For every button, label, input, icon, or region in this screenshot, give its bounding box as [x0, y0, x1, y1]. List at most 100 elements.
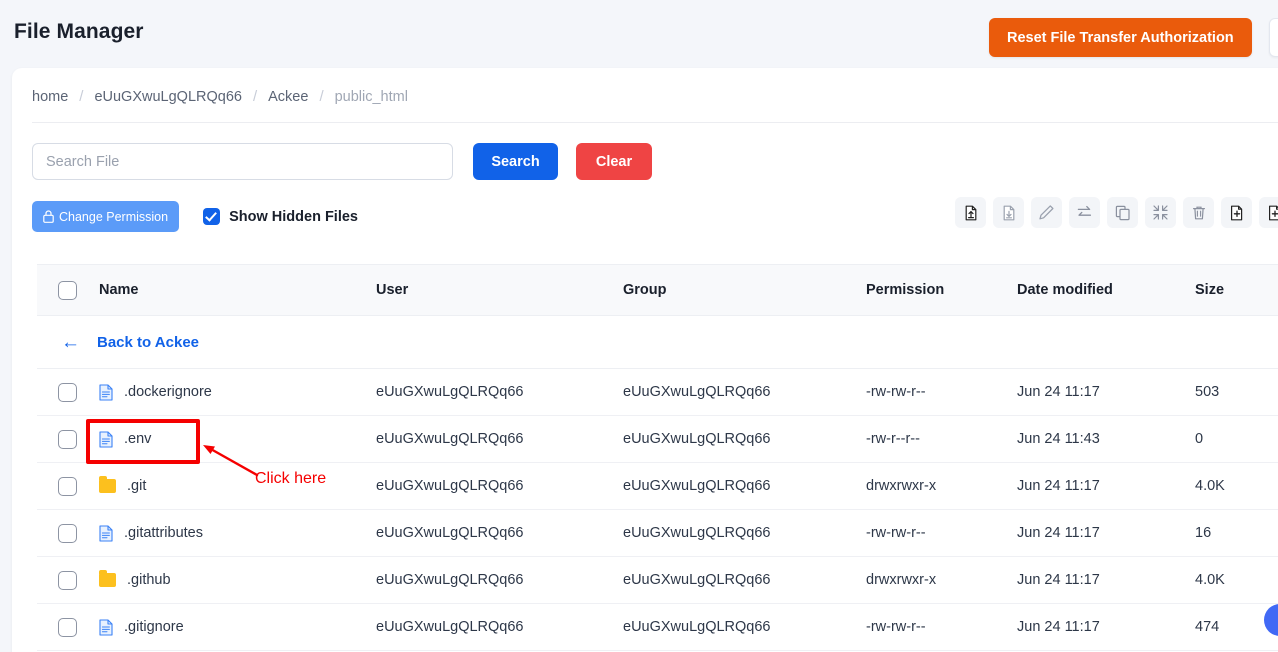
row-select-checkbox[interactable]	[58, 429, 77, 449]
rename-pencil-icon-button[interactable]	[1031, 197, 1062, 228]
show-hidden-files-checkbox[interactable]	[203, 208, 221, 225]
file-name-cell[interactable]: .dockerignore	[99, 383, 376, 401]
file-user-cell: eUuGXwuLgQLRQq66	[376, 572, 524, 588]
file-name-label[interactable]: .gitignore	[124, 619, 184, 635]
change-permission-button[interactable]: Change Permission	[32, 201, 180, 232]
file-manager-page: File Manager Reset File Transfer Authori…	[0, 0, 1278, 652]
file-name-cell[interactable]: .git	[99, 476, 376, 494]
breadcrumb-item-home[interactable]: home	[32, 89, 68, 105]
file-name-cell[interactable]: .gitignore	[99, 618, 376, 636]
file-name-label[interactable]: .github	[127, 572, 171, 588]
file-name-cell[interactable]: .env	[99, 430, 376, 448]
new-folder-icon-button[interactable]	[1259, 197, 1278, 228]
search-row: Search Clear	[32, 143, 652, 180]
file-size-cell: 4.0K	[1195, 572, 1225, 588]
search-button[interactable]: Search	[473, 143, 558, 180]
file-group-cell: eUuGXwuLgQLRQq66	[623, 619, 771, 635]
delete-trash-icon-button[interactable]	[1183, 197, 1214, 228]
breadcrumb-item-user[interactable]: eUuGXwuLgQLRQq66	[94, 89, 242, 105]
column-header-permission[interactable]: Permission	[866, 282, 1017, 298]
clear-button[interactable]: Clear	[576, 143, 652, 180]
file-icon	[99, 618, 113, 636]
file-name-label[interactable]: .gitattributes	[124, 525, 203, 541]
search-input[interactable]	[32, 143, 453, 180]
table-row[interactable]: .dockerignore eUuGXwuLgQLRQq66 eUuGXwuLgQL…	[37, 369, 1278, 416]
folder-icon	[99, 570, 116, 587]
row-select-checkbox[interactable]	[58, 570, 77, 590]
file-group-cell: eUuGXwuLgQLRQq66	[623, 384, 771, 400]
file-name-cell[interactable]: .gitattributes	[99, 524, 376, 542]
copy-icon-button[interactable]	[1107, 197, 1138, 228]
file-user-cell: eUuGXwuLgQLRQq66	[376, 619, 524, 635]
new-file-icon-button[interactable]	[1221, 197, 1252, 228]
file-size-cell: 0	[1195, 431, 1204, 447]
row-select-checkbox[interactable]	[58, 617, 77, 637]
action-row: Change Permission Show Hidden Files	[32, 201, 358, 232]
upload-file-icon	[965, 205, 976, 220]
upload-file-icon-button[interactable]	[955, 197, 986, 228]
table-row[interactable]: .gitignore eUuGXwuLgQLRQq66 eUuGXwuLgQLRQq…	[37, 604, 1278, 651]
rename-pencil-icon	[1039, 205, 1054, 220]
transfer-arrows-icon	[1077, 205, 1092, 216]
file-group-cell: eUuGXwuLgQLRQq66	[623, 431, 771, 447]
breadcrumb-divider	[32, 122, 1278, 123]
file-size-cell: 503	[1195, 384, 1220, 400]
file-date-modified-cell: Jun 24 11:17	[1017, 572, 1100, 588]
file-name-label[interactable]: .git	[127, 478, 146, 494]
select-all-cell	[37, 280, 99, 300]
file-name-label[interactable]: .env	[124, 431, 151, 447]
table-row[interactable]: .env eUuGXwuLgQLRQq66 eUuGXwuLgQLRQq66 -rw-…	[37, 416, 1278, 463]
breadcrumb-separator: /	[252, 88, 258, 105]
table-header-row: Name User Group Permission Date modified…	[37, 264, 1278, 316]
file-date-modified-cell: Jun 24 11:17	[1017, 619, 1100, 635]
download-file-icon-button[interactable]	[993, 197, 1024, 228]
file-permission-cell: -rw-r--r--	[866, 431, 920, 447]
row-select-cell	[37, 617, 99, 637]
show-hidden-files-toggle[interactable]: Show Hidden Files	[203, 208, 358, 225]
back-arrow-icon: ←	[61, 331, 80, 353]
select-all-checkbox[interactable]	[58, 280, 77, 300]
transfer-arrows-icon-button[interactable]	[1069, 197, 1100, 228]
file-icon	[99, 524, 113, 542]
row-select-cell	[37, 382, 99, 402]
file-size-cell: 16	[1195, 525, 1212, 541]
row-select-checkbox[interactable]	[58, 382, 77, 402]
column-header-size[interactable]: Size	[1195, 282, 1278, 298]
file-permission-cell: drwxrwxr-x	[866, 478, 937, 494]
file-icon	[99, 430, 113, 448]
row-select-checkbox[interactable]	[58, 476, 77, 496]
column-header-name[interactable]: Name	[99, 282, 376, 298]
new-file-icon	[1230, 205, 1242, 220]
table-row[interactable]: .github eUuGXwuLgQLRQq66 eUuGXwuLgQLRQq66 d…	[37, 557, 1278, 604]
column-header-user[interactable]: User	[376, 282, 623, 298]
copy-icon	[1115, 205, 1130, 220]
row-select-checkbox[interactable]	[58, 523, 77, 543]
back-to-parent-link[interactable]: Back to Ackee	[97, 334, 199, 351]
folder-icon	[99, 476, 116, 493]
file-date-modified-cell: Jun 24 11:43	[1017, 431, 1100, 447]
file-name-cell[interactable]: .github	[99, 570, 376, 588]
file-user-cell: eUuGXwuLgQLRQq66	[376, 525, 524, 541]
row-select-cell	[37, 570, 99, 590]
breadcrumb-item-current: public_html	[334, 88, 408, 105]
breadcrumb-separator: /	[319, 88, 324, 105]
file-name-label[interactable]: .dockerignore	[124, 384, 212, 400]
breadcrumb-item-ackee[interactable]: Ackee	[268, 89, 308, 105]
page-title: File Manager	[14, 20, 144, 43]
secondary-header-button[interactable]	[1269, 18, 1278, 57]
column-header-date-modified[interactable]: Date modified	[1017, 282, 1195, 298]
back-to-parent-row[interactable]: ← Back to Ackee	[37, 316, 1278, 369]
reset-file-transfer-authorization-button[interactable]: Reset File Transfer Authorization	[989, 18, 1252, 57]
compress-icon-button[interactable]	[1145, 197, 1176, 228]
table-row[interactable]: .git eUuGXwuLgQLRQq66 eUuGXwuLgQLRQq66 drwx…	[37, 463, 1278, 510]
column-header-group[interactable]: Group	[623, 282, 866, 298]
new-folder-icon	[1268, 205, 1278, 220]
file-table: Name User Group Permission Date modified…	[37, 264, 1278, 651]
file-date-modified-cell: Jun 24 11:17	[1017, 478, 1100, 494]
breadcrumb: home / eUuGXwuLgQLRQq66 / Ackee / public…	[32, 88, 408, 105]
table-row[interactable]: .gitattributes eUuGXwuLgQLRQq66 eUuGXwuLgQ…	[37, 510, 1278, 557]
delete-trash-icon	[1192, 206, 1205, 219]
file-permission-cell: drwxrwxr-x	[866, 572, 937, 588]
change-permission-label: Change Permission	[59, 209, 169, 224]
show-hidden-files-label: Show Hidden Files	[229, 208, 358, 225]
